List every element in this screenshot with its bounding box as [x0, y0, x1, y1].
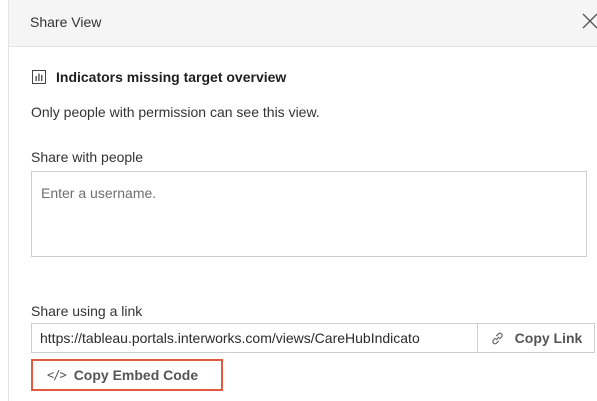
copy-embed-code-button[interactable]: </> Copy Embed Code — [31, 359, 223, 391]
code-icon: </> — [47, 368, 67, 382]
share-link-field[interactable] — [31, 323, 477, 353]
dialog-header: Share View — [9, 0, 597, 47]
share-with-people-label: Share with people — [31, 149, 144, 165]
share-link-row: Copy Link — [31, 323, 595, 353]
dialog-title: Share View — [30, 14, 102, 30]
username-input[interactable] — [31, 171, 587, 257]
close-icon[interactable] — [579, 10, 597, 32]
view-title: Indicators missing target overview — [56, 69, 287, 85]
copy-link-label: Copy Link — [514, 330, 583, 346]
copy-link-button[interactable]: Copy Link — [477, 323, 595, 353]
share-link-label: Share using a link — [31, 303, 143, 319]
permission-note: Only people with permission can see this… — [31, 104, 320, 120]
link-icon — [490, 331, 505, 346]
view-title-row: Indicators missing target overview — [32, 67, 286, 87]
copy-embed-code-label: Copy Embed Code — [73, 367, 199, 383]
bar-chart-icon — [32, 70, 46, 84]
share-view-dialog: Share View Indicators missing target ove… — [8, 0, 597, 401]
